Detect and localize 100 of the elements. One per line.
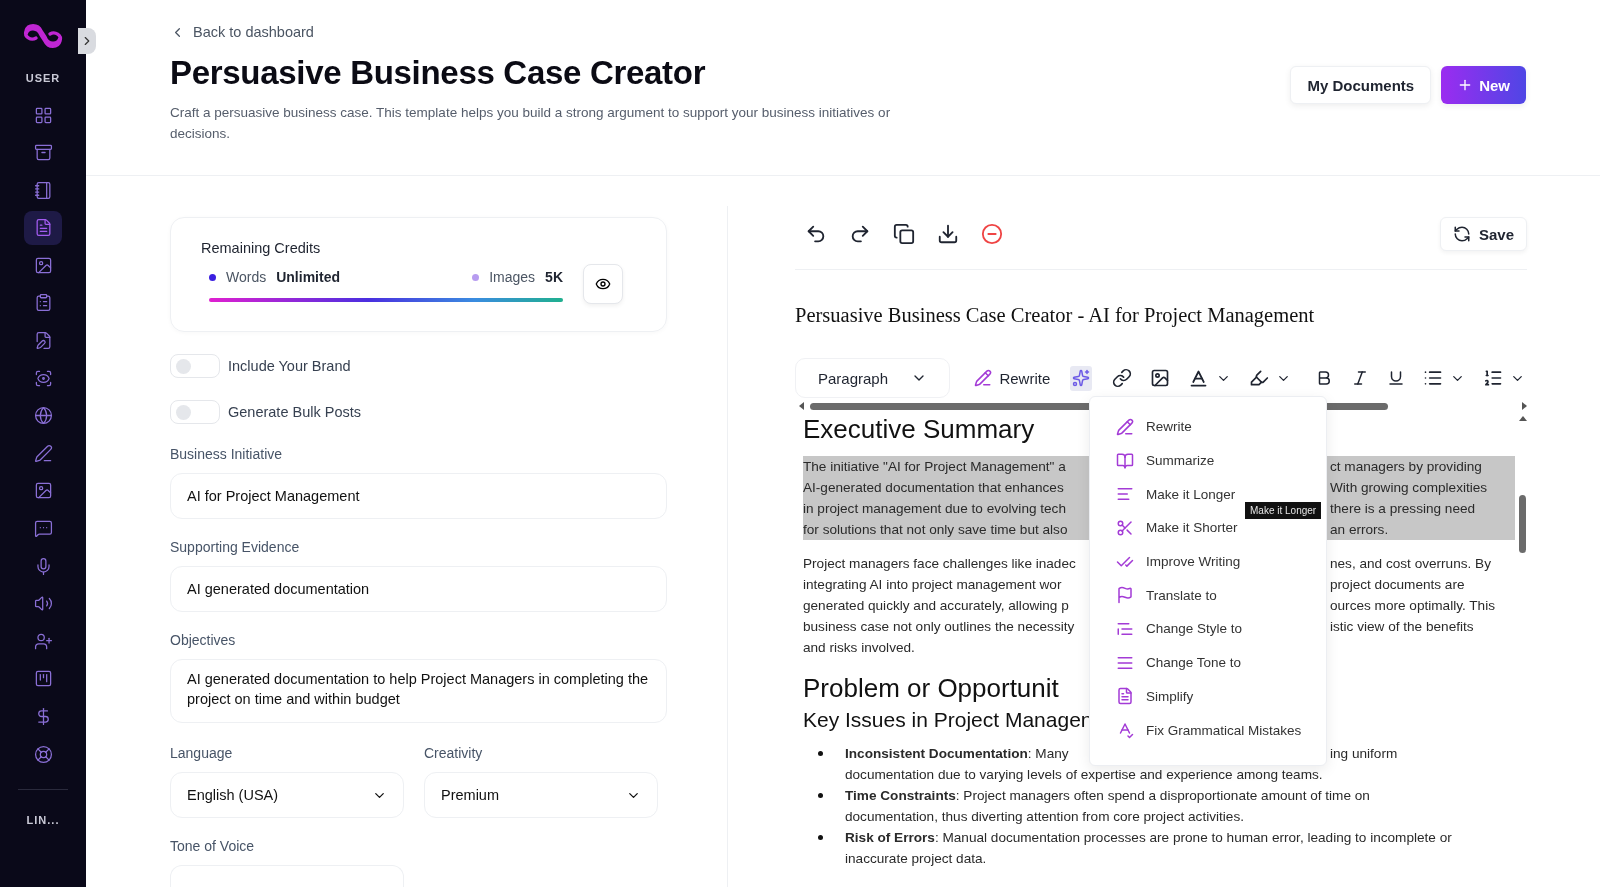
copy-icon[interactable] <box>891 221 917 247</box>
notebook-icon <box>33 180 53 200</box>
menu-item[interactable]: Make it Longer <box>1090 477 1242 512</box>
link-icon[interactable] <box>1110 366 1134 390</box>
text-area[interactable]: AI generated documentation to help Project Managers in completing the project on time and within budget <box>170 659 667 723</box>
credit-value: 5K <box>545 269 563 285</box>
menu-item[interactable]: Change Tone to <box>1090 645 1248 680</box>
scan-eye-icon <box>33 368 53 388</box>
text-line: project documents are <box>1330 576 1466 594</box>
text-line: ources more optimally. This <box>1330 597 1496 615</box>
kanban-icon <box>33 669 53 689</box>
pen-icon <box>33 443 53 463</box>
toggle-label: Include Your Brand <box>228 358 351 374</box>
credit-value: Unlimited <box>276 269 340 285</box>
menu-item[interactable]: Translate to <box>1090 578 1223 613</box>
section-heading: Problem or Opportunit <box>803 672 1059 705</box>
menu-item[interactable]: Make it Shorter <box>1090 511 1244 545</box>
user-plus-icon <box>33 631 53 651</box>
back-link[interactable]: Back to dashboard <box>170 24 940 40</box>
text-line: documentation due to varying levels of expertise and experience among teams. <box>845 766 1324 784</box>
field-label: Language <box>170 745 234 761</box>
text-line: With growing complexities <box>1330 479 1489 497</box>
book-icon <box>1116 451 1134 470</box>
image-icon <box>33 255 53 275</box>
text-line: and risks involved. <box>803 639 916 657</box>
image-icon <box>33 481 53 501</box>
chat-icon <box>33 519 53 539</box>
page-description: Craft a persuasive business case. This template helps you build a strong argument to support your business initiatives or decisions. <box>170 104 892 143</box>
field-label: Objectives <box>170 632 237 648</box>
toggle-label: Generate Bulk Posts <box>228 404 361 420</box>
text-line: business case not only outlines the necessity <box>803 618 1076 636</box>
text-line: Inconsistent Documentation: Many <box>845 745 1070 763</box>
text-line: an errors. <box>1330 521 1390 539</box>
toggle-switch[interactable] <box>170 354 220 378</box>
card-title: Remaining Credits <box>201 240 322 256</box>
input-field[interactable]: AI for Project Management <box>170 473 667 519</box>
sparkles-button[interactable] <box>1070 365 1092 391</box>
input-field[interactable]: AI generated documentation <box>170 566 667 612</box>
rewrite-button[interactable]: Rewrite <box>974 369 1051 387</box>
archive-icon <box>33 143 53 163</box>
bullet-dot <box>818 793 823 798</box>
document-icon <box>1116 687 1134 706</box>
bullet-dot <box>818 835 823 840</box>
field-label: Tone of Voice <box>170 838 256 854</box>
select-field[interactable]: Premium <box>424 772 658 818</box>
text-line: ing uniform <box>1330 745 1399 763</box>
bullet-dot <box>818 751 823 756</box>
text-line: Project managers face challenges like inadec <box>803 555 1077 573</box>
text-line: AI-generated documentation that enhances <box>803 479 1065 497</box>
save-button[interactable]: Save <box>1439 217 1527 251</box>
grid-icon <box>33 105 53 125</box>
new-button[interactable]: New <box>1441 66 1526 104</box>
field-label: Supporting Evidence <box>170 539 301 555</box>
field-label: Business Initiative <box>170 446 284 462</box>
menu-item[interactable]: Simplify <box>1090 679 1200 714</box>
collapse-button[interactable] <box>78 28 96 54</box>
documents-button[interactable]: My Documents <box>1290 66 1432 104</box>
flag-icon <box>1116 586 1134 605</box>
text-line: generated quickly and accurately, allowing p <box>803 597 1070 615</box>
section-label: USER <box>25 72 61 84</box>
pencil-icon <box>974 369 993 387</box>
menu-item[interactable]: Improve Writing <box>1090 544 1247 579</box>
pencil-icon <box>1116 417 1134 436</box>
menu-item[interactable]: Change Style to <box>1090 612 1249 646</box>
select-field[interactable]: English (USA) <box>170 772 404 818</box>
toggle-switch[interactable] <box>170 400 220 424</box>
menu-item[interactable]: Fix Grammatical Mistakes <box>1090 713 1308 747</box>
text-line: for solutions that not only save time but also <box>803 521 1069 539</box>
lifebuoy-icon <box>33 744 53 764</box>
text-line: documentation, thus diverting attention from core project activities. <box>845 808 1245 826</box>
text-line: inaccurate project data. <box>845 850 988 868</box>
text-line: in project management due to evolving tech <box>803 500 1067 518</box>
subsection-heading: Key Issues in Project Managen <box>803 707 1093 733</box>
field-label: Creativity <box>424 745 484 761</box>
page-title: Persuasive Business Case Creator <box>170 54 707 92</box>
section-label: LIN... <box>26 813 60 826</box>
text-line: there is a pressing need <box>1330 500 1477 518</box>
globe-icon <box>33 406 53 426</box>
eye-button[interactable] <box>583 264 623 304</box>
document-title: Persuasive Business Case Creator - AI for Project Management <box>795 304 1316 329</box>
sidebar-item[interactable] <box>24 210 62 245</box>
tooltip: Make it Longer <box>1245 502 1322 519</box>
text-line: nes, and cost overruns. By <box>1330 555 1492 573</box>
section-heading: Executive Summary <box>803 413 1035 446</box>
block-style-select[interactable]: Paragraph <box>795 358 951 398</box>
scissors-icon <box>1116 518 1134 537</box>
logo-icon <box>22 24 64 50</box>
text-line: Risk of Errors: Manual documentation processes are prone to human error, leading to incomplete or <box>845 829 1453 847</box>
text-line: The initiative "AI for Project Management" a <box>803 458 1067 476</box>
text-line: integrating AI into project management wor <box>803 576 1063 594</box>
menu-item[interactable]: Rewrite <box>1090 410 1198 444</box>
text-line: istic view of the benefits <box>1330 618 1475 636</box>
minus-circle-icon[interactable] <box>979 221 1005 247</box>
text-line: ct managers by providing <box>1330 458 1483 476</box>
credit-name: Words <box>226 269 267 285</box>
menu-item[interactable]: Summarize <box>1090 443 1221 478</box>
text-line: Time Constraints: Project managers often spend a disproportionate amount of time on <box>845 787 1371 805</box>
refresh-icon <box>1452 225 1471 243</box>
credit-name: Images <box>489 269 536 285</box>
eye-icon <box>595 276 611 292</box>
